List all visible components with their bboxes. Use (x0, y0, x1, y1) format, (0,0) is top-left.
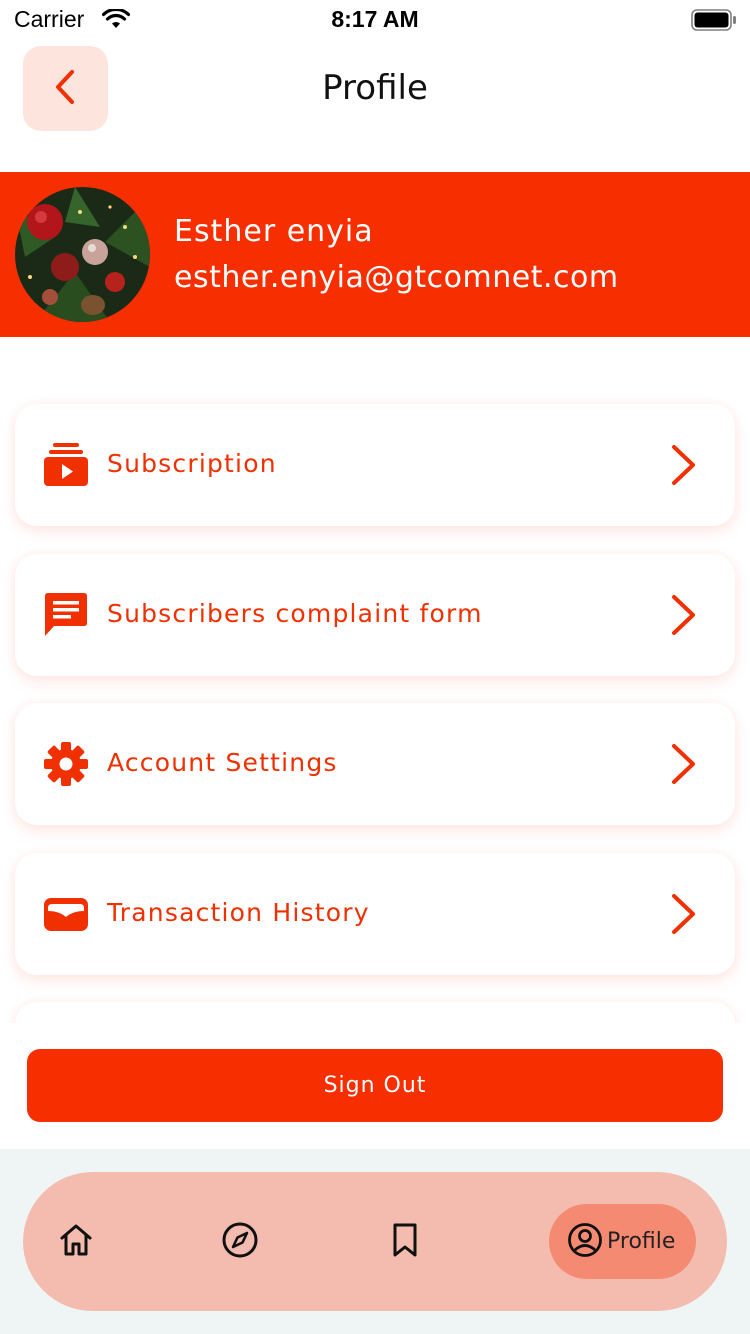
menu-item-subscription[interactable]: Subscription (15, 404, 735, 526)
nav-profile-label: Profile (607, 1229, 676, 1254)
chevron-right-icon (669, 443, 699, 491)
nav-explore[interactable] (218, 1220, 262, 1264)
menu-item-account-settings[interactable]: Account Settings (15, 703, 735, 825)
sign-out-button[interactable]: Sign Out (27, 1049, 723, 1122)
profile-banner: Esther enyia esther.enyia@gtcomnet.com (0, 172, 750, 337)
compass-icon (221, 1221, 259, 1263)
subscriptions-icon (43, 442, 89, 488)
menu-item-label: Subscribers complaint form (107, 599, 483, 628)
nav-profile[interactable]: Profile (549, 1204, 696, 1279)
gear-icon (43, 741, 89, 787)
status-time: 8:17 AM (331, 6, 419, 32)
avatar[interactable] (15, 187, 150, 322)
bottom-nav: Profile (23, 1172, 727, 1311)
chevron-right-icon (669, 892, 699, 940)
menu-item-transaction-history[interactable]: Transaction History (15, 853, 735, 975)
user-email: esther.enyia@gtcomnet.com (174, 260, 619, 295)
wallet-icon (43, 891, 89, 937)
home-icon (58, 1223, 94, 1261)
menu-item-label: Subscription (107, 449, 277, 478)
feedback-message-icon (43, 592, 89, 638)
user-name: Esther enyia (174, 214, 374, 249)
menu-item-label: Transaction History (107, 898, 370, 927)
menu-item-label: Account Settings (107, 748, 338, 777)
battery-icon (691, 9, 737, 35)
nav-home[interactable] (54, 1220, 98, 1264)
chevron-right-icon (669, 593, 699, 641)
account-circle-icon (567, 1222, 603, 1262)
page-title: Profile (322, 68, 428, 108)
menu-item-complaint-form[interactable]: Subscribers complaint form (15, 554, 735, 676)
chevron-right-icon (669, 742, 699, 790)
nav-bookmarks[interactable] (383, 1220, 427, 1264)
status-bar: Carrier 8:17 AM (0, 0, 750, 40)
bookmark-icon (390, 1222, 420, 1262)
